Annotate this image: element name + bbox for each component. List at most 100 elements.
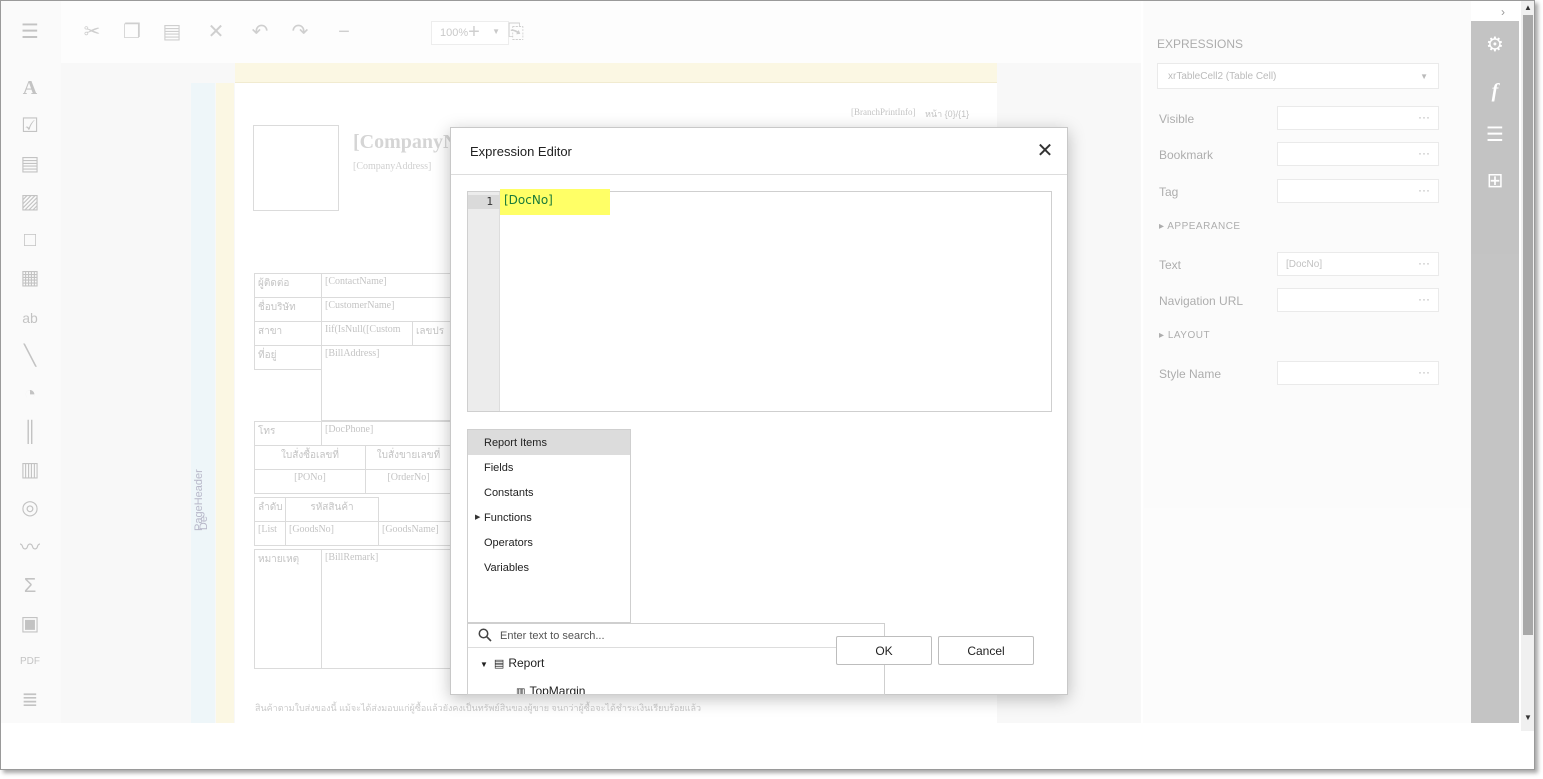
properties-heading: EXPRESSIONS <box>1157 37 1244 51</box>
properties-panel: EXPRESSIONS xrTableCell2 (Table Cell) ▼ V… <box>1143 1 1471 723</box>
prop-bookmark-field[interactable]: ··· <box>1277 142 1439 166</box>
prop-visible-field[interactable]: ··· <box>1277 106 1439 130</box>
label-tool-icon[interactable]: A <box>17 75 43 101</box>
clipboard-tool-icon[interactable]: ▣ <box>17 611 43 637</box>
panel-tool-icon[interactable]: □ <box>17 227 43 253</box>
dialog-header: Expression Editor ✕ <box>451 128 1067 175</box>
category-fields[interactable]: Fields <box>468 455 630 480</box>
paste-icon[interactable]: ▤ <box>159 19 185 45</box>
contact-value[interactable]: [ContactName] <box>321 273 451 298</box>
category-constants[interactable]: Constants <box>468 480 630 505</box>
search-input[interactable] <box>500 627 870 645</box>
customer-value[interactable]: [CustomerName] <box>321 297 451 322</box>
page-info[interactable]: หน้า {0}/{1} <box>925 107 969 121</box>
gauge-tool-icon[interactable]: ◎ <box>17 495 43 521</box>
prop-tag-field[interactable]: ··· <box>1277 179 1439 203</box>
prop-text-field[interactable]: [DocNo] ··· <box>1277 252 1439 276</box>
address-value[interactable]: [BillAddress] <box>321 345 451 421</box>
appearance-section[interactable]: ▸ APPEARANCE <box>1159 221 1241 232</box>
category-functions[interactable]: ▶ Functions <box>468 505 630 530</box>
customer-label[interactable]: ชื่อบริษัท <box>254 297 322 322</box>
cancel-button[interactable]: Cancel <box>938 636 1034 665</box>
ellipsis-icon[interactable]: ··· <box>1418 365 1430 379</box>
preview-icon[interactable]: ⎘ <box>503 19 529 45</box>
checkbox-tool-icon[interactable]: ☑ <box>17 113 43 139</box>
redo-icon[interactable]: ↷ <box>287 19 313 45</box>
picture-tool-icon[interactable]: ▨ <box>17 189 43 215</box>
ellipsis-icon[interactable]: ··· <box>1418 183 1430 197</box>
remark-value[interactable]: [BillRemark] <box>321 549 451 669</box>
expressions-function-icon[interactable]: f <box>1481 77 1509 105</box>
branch-extra[interactable]: เลขปร <box>412 321 452 346</box>
seq-header[interactable]: ลำดับ <box>254 497 286 522</box>
expression-code-editor[interactable]: 1 [DocNo] <box>467 189 1052 412</box>
expression-text[interactable]: [DocNo] <box>504 193 553 207</box>
category-report-items[interactable]: Report Items <box>468 430 630 455</box>
pdf-tool-icon[interactable]: PDF <box>17 649 43 675</box>
zoom-in-icon[interactable]: + <box>461 19 487 45</box>
ellipsis-icon[interactable]: ··· <box>1418 292 1430 306</box>
ellipsis-icon[interactable]: ··· <box>1418 146 1430 160</box>
summary-tool-icon[interactable]: Σ <box>17 573 43 599</box>
category-label: Operators <box>484 537 533 549</box>
tree-node-topmargin[interactable]: ▥ TopMargin <box>516 684 585 694</box>
tree-node-report[interactable]: ▼ ▤ Report <box>480 656 544 670</box>
vertical-ruler <box>216 83 234 723</box>
cut-icon[interactable]: ✂ <box>79 19 105 45</box>
company-name-label[interactable]: [CompanyN <box>353 131 457 154</box>
ellipsis-icon[interactable]: ··· <box>1418 256 1430 270</box>
branch-print-info[interactable]: [BranchPrintInfo] <box>851 107 915 117</box>
close-icon[interactable]: ✕ <box>1034 140 1056 162</box>
expand-arrow-icon[interactable]: ▶ <box>475 513 480 521</box>
sparkline-tool-icon[interactable]: 〰 <box>17 535 43 561</box>
contact-label[interactable]: ผู้ติดต่อ <box>254 273 322 298</box>
goods-name[interactable]: [GoodsName] <box>378 521 452 546</box>
scroll-up-icon[interactable]: ▲ <box>1523 3 1533 13</box>
phone-value[interactable]: [DocPhone] <box>321 421 451 446</box>
rich-text-tool-icon[interactable]: ▤ <box>17 151 43 177</box>
prop-style-name-field[interactable]: ··· <box>1277 361 1439 385</box>
database-icon[interactable]: ☰ <box>1481 121 1509 149</box>
list-tool-icon[interactable]: ≣ <box>17 687 43 713</box>
vertical-scrollbar[interactable]: ▲ ▼ <box>1521 1 1534 731</box>
po-value[interactable]: [PONo] <box>254 469 366 494</box>
copy-icon[interactable]: ❐ <box>119 19 145 45</box>
prop-navigation-url-field[interactable]: ··· <box>1277 288 1439 312</box>
category-variables[interactable]: Variables <box>468 555 630 580</box>
goods-value[interactable]: [GoodsNo] <box>285 521 379 546</box>
table-tool-icon[interactable]: ▦ <box>17 265 43 291</box>
address-label[interactable]: ที่อยู่ <box>254 345 322 370</box>
char-comb-tool-icon[interactable]: ab <box>17 305 43 331</box>
report-explorer-icon[interactable]: ⊞ <box>1481 167 1509 195</box>
chart-tool-icon[interactable]: ▥ <box>17 457 43 483</box>
undo-icon[interactable]: ↶ <box>247 19 273 45</box>
barcode-tool-icon[interactable]: ║ <box>17 419 43 445</box>
order-header[interactable]: ใบสั่งขายเลขที่ <box>365 445 452 470</box>
scroll-down-icon[interactable]: ▼ <box>1523 713 1533 723</box>
gear-icon[interactable]: ⚙ <box>1481 31 1509 59</box>
layout-section[interactable]: ▸ LAYOUT <box>1159 330 1210 341</box>
ellipsis-icon[interactable]: ··· <box>1418 110 1430 124</box>
remark-label[interactable]: หมายเหตุ <box>254 549 322 669</box>
delete-icon[interactable]: ✕ <box>203 19 229 45</box>
chevron-right-icon[interactable]: › <box>1501 5 1505 19</box>
seq-value[interactable]: [List <box>254 521 286 546</box>
ok-button[interactable]: OK <box>836 636 932 665</box>
zoom-out-icon[interactable]: − <box>331 19 357 45</box>
po-header[interactable]: ใบสั่งซื้อเลขที่ <box>254 445 366 470</box>
menu-icon[interactable]: ☰ <box>17 19 43 45</box>
scrollbar-thumb[interactable] <box>1523 15 1533 635</box>
branch-label[interactable]: สาขา <box>254 321 322 346</box>
component-selector[interactable]: xrTableCell2 (Table Cell) ▼ <box>1157 63 1439 89</box>
category-operators[interactable]: Operators <box>468 530 630 555</box>
order-value[interactable]: [OrderNo] <box>365 469 452 494</box>
branch-value[interactable]: Iif(IsNull([Custom <box>321 321 413 346</box>
phone-label[interactable]: โทร <box>254 421 322 446</box>
line-tool-icon[interactable]: ╲ <box>17 343 43 369</box>
company-address-label[interactable]: [CompanyAddress] <box>353 161 431 172</box>
logo-picture[interactable] <box>253 125 339 211</box>
shape-tool-icon[interactable]: ◔ <box>17 381 43 407</box>
search-row <box>468 624 884 648</box>
goods-header[interactable]: รหัสสินค้า <box>285 497 379 522</box>
collapse-arrow-icon[interactable]: ▼ <box>480 660 488 669</box>
